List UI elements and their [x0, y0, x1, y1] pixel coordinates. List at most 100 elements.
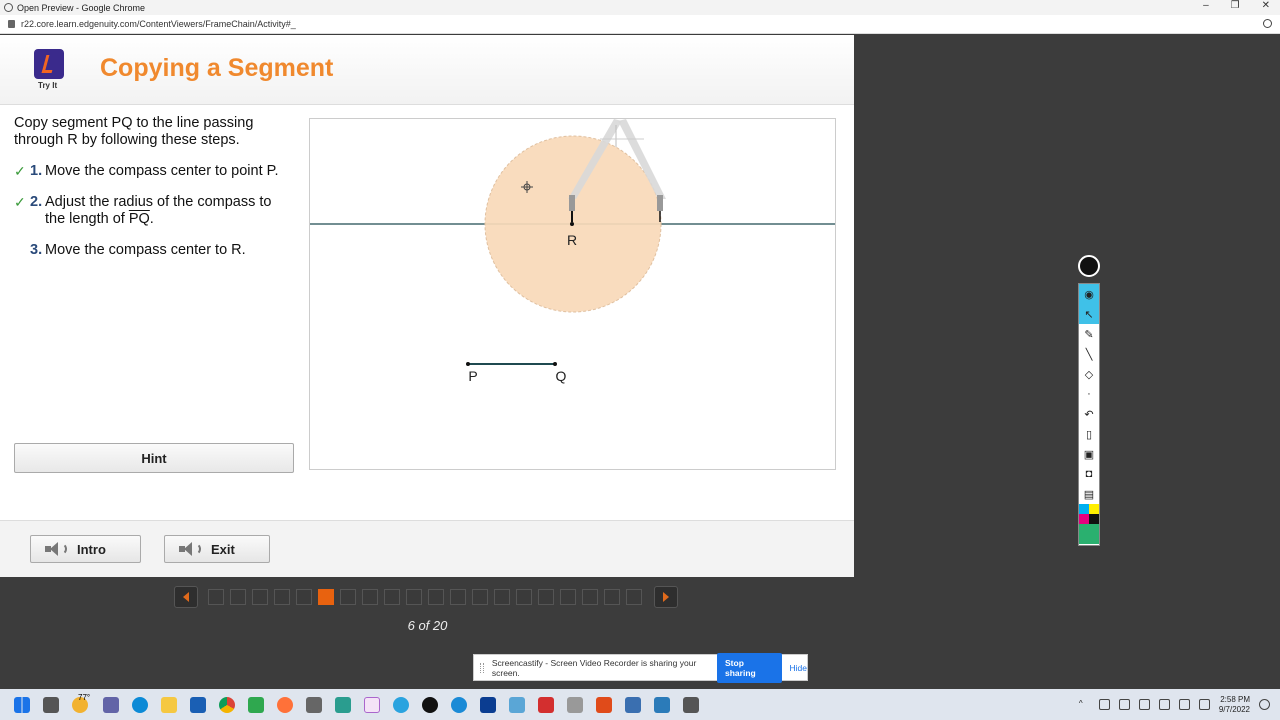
store-icon[interactable] — [190, 696, 207, 713]
page-indicator-12[interactable] — [450, 589, 466, 605]
office-icon[interactable] — [596, 696, 613, 713]
lesson-frame: Try It Copying a Segment Copy segment PQ… — [0, 35, 854, 577]
page-indicator-6[interactable] — [318, 589, 334, 605]
page-indicator-5[interactable] — [296, 589, 312, 605]
page-indicator-17[interactable] — [560, 589, 576, 605]
minimize-button[interactable]: – — [1203, 0, 1209, 11]
page-indicator-3[interactable] — [252, 589, 268, 605]
drag-handle-icon[interactable] — [480, 662, 484, 673]
intro-label: Intro — [77, 541, 106, 557]
whiteboard-icon[interactable]: ▣ — [1079, 444, 1099, 464]
firefox-icon[interactable] — [277, 696, 294, 713]
page-indicator-14[interactable] — [494, 589, 510, 605]
notifications-icon[interactable] — [1259, 699, 1270, 710]
hide-link[interactable]: Hide — [790, 663, 807, 673]
page-indicator-4[interactable] — [274, 589, 290, 605]
page-indicator-20[interactable] — [626, 589, 642, 605]
battery-icon[interactable] — [1198, 699, 1210, 710]
app-teal-icon[interactable] — [654, 696, 671, 713]
swatch-green[interactable] — [1079, 524, 1099, 544]
swatch-yellow[interactable] — [1089, 504, 1099, 514]
trash-icon[interactable]: ▯ — [1079, 424, 1099, 444]
intro-text: Copy segment PQ to the line passing thro… — [14, 115, 254, 148]
dot-icon[interactable]: · — [1079, 384, 1099, 404]
app-w-icon[interactable] — [364, 696, 381, 713]
next-page-button[interactable] — [654, 586, 678, 608]
point-p[interactable] — [466, 362, 470, 366]
camera-icon[interactable]: ◘ — [1079, 464, 1099, 484]
task-view-icon[interactable] — [43, 696, 59, 713]
swatch-black[interactable] — [1089, 514, 1099, 524]
page-indicator-16[interactable] — [538, 589, 554, 605]
url-text[interactable]: r22.core.learn.edgenuity.com/ContentView… — [21, 19, 296, 29]
start-icon[interactable] — [14, 696, 30, 713]
page-indicator-18[interactable] — [582, 589, 598, 605]
eye-icon[interactable]: ◉ — [1079, 284, 1099, 304]
edge-icon[interactable] — [132, 696, 149, 713]
pen-icon[interactable]: ╲ — [1079, 344, 1099, 364]
maximize-button[interactable]: ❐ — [1231, 0, 1240, 11]
swatch-magenta[interactable] — [1079, 514, 1089, 524]
point-q[interactable] — [553, 362, 557, 366]
page-indicator-11[interactable] — [428, 589, 444, 605]
highlighter-icon[interactable]: ✎ — [1079, 324, 1099, 344]
construction-canvas[interactable]: R P Q — [309, 118, 836, 470]
hint-button[interactable]: Hint — [14, 443, 294, 473]
page-indicator-1[interactable] — [208, 589, 224, 605]
point-r[interactable] — [570, 222, 574, 226]
stop-sharing-button[interactable]: Stop sharing — [717, 652, 782, 683]
cloud-icon[interactable] — [1098, 699, 1110, 710]
zoom-icon[interactable] — [1263, 19, 1272, 28]
telegram-icon[interactable] — [393, 696, 410, 713]
step-text: Move the compass center to point P. — [45, 163, 279, 179]
try-it-logo — [34, 49, 64, 79]
point-p-label: P — [468, 368, 477, 384]
page-indicator-9[interactable] — [384, 589, 400, 605]
messages-icon[interactable] — [248, 696, 265, 713]
pointer-icon[interactable]: ↖ — [1079, 304, 1099, 324]
notepad-icon[interactable] — [335, 696, 352, 713]
clock[interactable]: 2:58 PM 9/7/2022 — [1219, 695, 1250, 715]
clipboard-icon[interactable]: ▤ — [1079, 484, 1099, 504]
app-gray-icon[interactable] — [567, 696, 584, 713]
app-dark-icon[interactable] — [422, 696, 439, 713]
weather-temp: 77° — [78, 693, 91, 702]
undo-icon[interactable]: ↶ — [1079, 404, 1099, 424]
wifi-icon[interactable] — [1158, 699, 1170, 710]
app-calc2-icon[interactable] — [683, 696, 700, 713]
volume-icon[interactable] — [1178, 699, 1190, 710]
swatch-cyan[interactable] — [1079, 504, 1089, 514]
page-indicator-8[interactable] — [362, 589, 378, 605]
annotation-pin-icon[interactable] — [1078, 255, 1100, 277]
snipping-icon[interactable] — [509, 696, 526, 713]
previous-page-button[interactable] — [174, 586, 198, 608]
app-blue-icon[interactable] — [480, 696, 497, 713]
page-indicator-19[interactable] — [604, 589, 620, 605]
close-button[interactable]: ✕ — [1262, 0, 1270, 11]
edge-dev-icon[interactable] — [451, 696, 468, 713]
chrome-page-icon — [4, 3, 13, 12]
exit-button[interactable]: Exit — [164, 535, 270, 563]
calculator-icon[interactable] — [306, 696, 323, 713]
intro-button[interactable]: Intro — [30, 535, 141, 563]
address-bar[interactable]: r22.core.learn.edgenuity.com/ContentView… — [0, 15, 1280, 34]
chat-icon[interactable] — [103, 696, 120, 713]
speaker-icon — [45, 541, 67, 557]
exit-label: Exit — [211, 541, 235, 557]
check-icon: ✓ — [14, 194, 26, 210]
page-indicator-13[interactable] — [472, 589, 488, 605]
remote-icon[interactable] — [625, 696, 642, 713]
window-title: Open Preview - Google Chrome — [17, 2, 146, 13]
page-indicator-10[interactable] — [406, 589, 422, 605]
chrome-icon[interactable] — [219, 696, 236, 713]
chevron-up-icon[interactable]: ^ — [1079, 699, 1090, 710]
microphone-icon[interactable] — [1118, 699, 1130, 710]
page-indicator-15[interactable] — [516, 589, 532, 605]
acrobat-icon[interactable] — [538, 696, 555, 713]
page-indicator-2[interactable] — [230, 589, 246, 605]
pen-tray-icon[interactable] — [1138, 699, 1150, 710]
eraser-icon[interactable]: ◇ — [1079, 364, 1099, 384]
page-indicator-7[interactable] — [340, 589, 356, 605]
file-explorer-icon[interactable] — [161, 696, 178, 713]
clock-time: 2:58 PM — [1220, 694, 1250, 704]
